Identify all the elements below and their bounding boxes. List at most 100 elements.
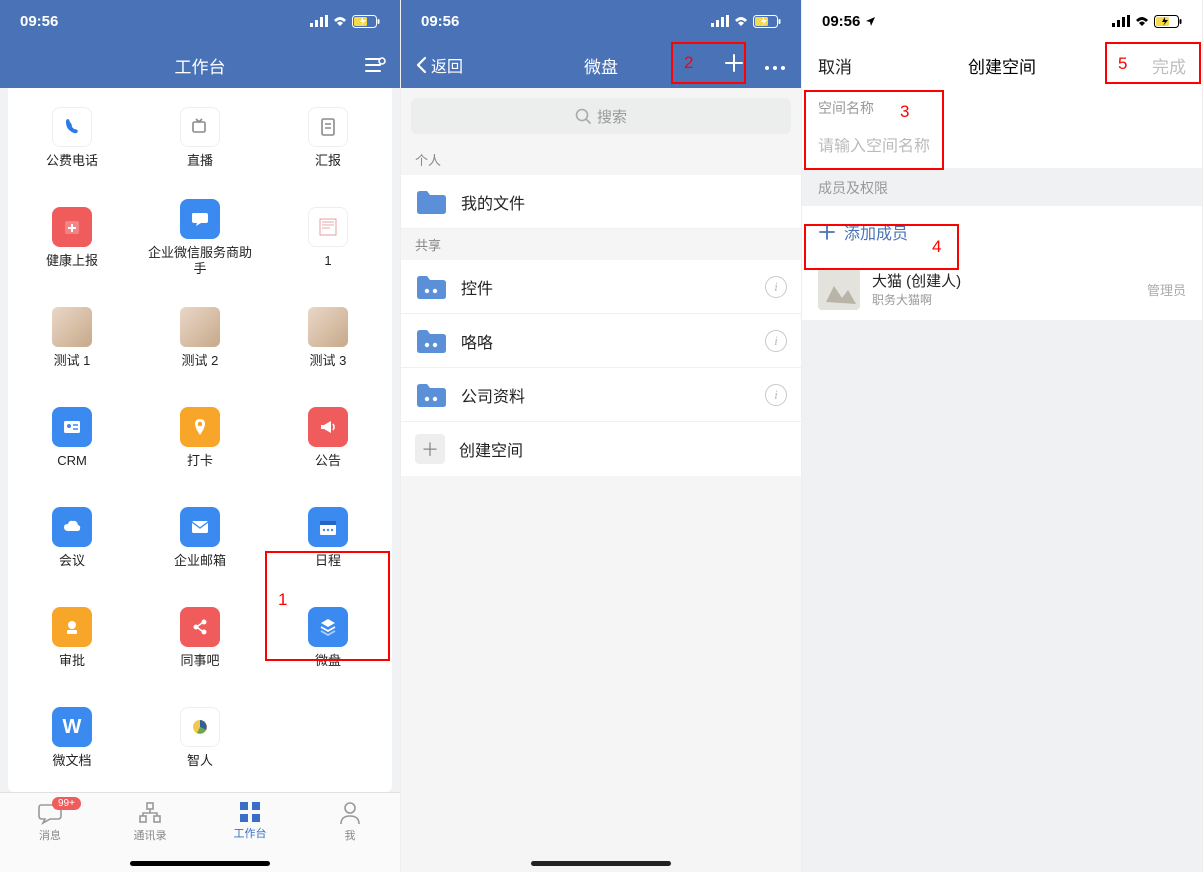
more-button[interactable]: [763, 55, 787, 75]
member-role: 管理员: [1147, 280, 1186, 299]
app-grid: 公费电话 直播汇报健康上报 企业微信服务商助手 1 测试 1测试 2 测试 3 CRM打卡公…: [8, 88, 392, 792]
app-label: 企业邮箱: [174, 553, 226, 569]
tab-me[interactable]: 我: [300, 801, 400, 843]
app-会议[interactable]: 会议: [8, 488, 136, 588]
nav-title: 工作台: [175, 53, 226, 78]
plus-cal-icon: [52, 207, 92, 247]
add-member-button[interactable]: 添加成员: [802, 206, 1202, 258]
tab-messages[interactable]: 99+ 消息: [0, 801, 100, 843]
signal-icon: [1112, 15, 1130, 27]
space-name-row: [802, 126, 1202, 168]
phone-workbench: 09:56 工作台 公费电话 直播汇报健康上报 企业微信服务商助手 1 测试 1测试 2…: [0, 0, 401, 872]
status-right: [711, 15, 781, 28]
app-测试 2[interactable]: 测试 2: [136, 288, 264, 388]
app-label: 公费电话: [46, 153, 98, 169]
app-CRM[interactable]: CRM: [8, 388, 136, 488]
row-shared-folder[interactable]: 公司资料 i: [401, 368, 801, 422]
app-公费电话[interactable]: 公费电话: [8, 88, 136, 188]
app-icon: [180, 307, 220, 347]
nav-bar: 取消 创建空间 完成: [802, 42, 1202, 88]
search-placeholder: 搜索: [597, 106, 627, 127]
tab-contacts[interactable]: 通讯录: [100, 801, 200, 843]
shared-folder-icon: [415, 328, 447, 354]
back-button[interactable]: 返回: [415, 53, 463, 77]
signal-icon: [310, 15, 328, 27]
row-label: 控件: [461, 275, 751, 299]
card-icon: [52, 407, 92, 447]
tab-badge: 99+: [52, 797, 81, 810]
status-time: 09:56: [822, 13, 876, 30]
tab-workbench[interactable]: 工作台: [200, 801, 300, 841]
app-测试 1[interactable]: 测试 1: [8, 288, 136, 388]
battery-icon: [352, 15, 380, 28]
cal-icon: [308, 507, 348, 547]
row-label: 公司资料: [461, 383, 751, 407]
app-微盘[interactable]: 微盘: [264, 588, 392, 688]
app-审批[interactable]: 审批: [8, 588, 136, 688]
done-button[interactable]: 完成: [1152, 53, 1186, 78]
status-bar: 09:56: [802, 0, 1202, 42]
cancel-button[interactable]: 取消: [818, 53, 852, 78]
status-bar: 09:56: [0, 0, 400, 42]
shared-folder-icon: [415, 274, 447, 300]
home-indicator[interactable]: [531, 861, 671, 866]
app-label: 企业微信服务商助手: [145, 245, 255, 276]
app-label: 健康上报: [46, 253, 98, 269]
wifi-icon: [332, 15, 348, 27]
create-space-body: 空间名称 成员及权限 添加成员 大猫 (创建人) 职务大猫啊 管理员: [802, 88, 1202, 872]
app-汇报[interactable]: 汇报: [264, 88, 392, 188]
app-label: 微盘: [315, 653, 341, 669]
app-公告[interactable]: 公告: [264, 388, 392, 488]
info-icon[interactable]: i: [765, 330, 787, 352]
tab-label: 通讯录: [134, 827, 167, 843]
status-time: 09:56: [421, 13, 459, 30]
search-input[interactable]: 搜索: [411, 98, 791, 134]
avatar: [818, 268, 860, 310]
member-row: 大猫 (创建人) 职务大猫啊 管理员: [802, 258, 1202, 320]
app-智人[interactable]: 智人: [136, 688, 264, 788]
app-icon: [308, 307, 348, 347]
add-button[interactable]: [723, 52, 745, 79]
app-1[interactable]: 1: [264, 188, 392, 288]
mail-icon: [180, 507, 220, 547]
folder-icon: [415, 189, 447, 215]
row-create-space[interactable]: ＋ 创建空间: [401, 422, 801, 476]
battery-icon: [753, 15, 781, 28]
status-right: [310, 15, 380, 28]
tab-bar: 99+ 消息 通讯录 工作台 我: [0, 792, 400, 872]
app-直播[interactable]: 直播: [136, 88, 264, 188]
row-shared-folder[interactable]: 咯咯 i: [401, 314, 801, 368]
app-同事吧[interactable]: 同事吧: [136, 588, 264, 688]
wifi-icon: [733, 15, 749, 27]
row-my-files[interactable]: 我的文件: [401, 175, 801, 229]
nav-title: 微盘: [584, 53, 618, 78]
space-name-input[interactable]: [818, 138, 1186, 156]
app-label: 会议: [59, 553, 85, 569]
pie-icon: [180, 707, 220, 747]
app-打卡[interactable]: 打卡: [136, 388, 264, 488]
battery-icon: [1154, 15, 1182, 28]
signal-icon: [711, 15, 729, 27]
app-健康上报[interactable]: 健康上报: [8, 188, 136, 288]
row-label: 创建空间: [459, 437, 787, 461]
shared-folder-icon: [415, 382, 447, 408]
app-label: 测试 3: [310, 353, 347, 369]
stamp-icon: [52, 607, 92, 647]
app-企业邮箱[interactable]: 企业邮箱: [136, 488, 264, 588]
info-icon[interactable]: i: [765, 276, 787, 298]
app-empty: [264, 688, 392, 788]
app-企业微信服务商助手[interactable]: 企业微信服务商助手: [136, 188, 264, 288]
app-测试 3[interactable]: 测试 3: [264, 288, 392, 388]
app-label: 汇报: [315, 153, 341, 169]
app-日程[interactable]: 日程: [264, 488, 392, 588]
row-shared-folder[interactable]: 控件 i: [401, 260, 801, 314]
phone-wedisk: 09:56 返回 微盘 搜索 个人 我的文件 共享: [401, 0, 802, 872]
nav-bar: 返回 微盘: [401, 42, 801, 88]
home-indicator[interactable]: [130, 861, 270, 866]
live-icon: [180, 107, 220, 147]
app-微文档[interactable]: W微文档: [8, 688, 136, 788]
info-icon[interactable]: i: [765, 384, 787, 406]
W-icon: W: [52, 707, 92, 747]
nav-settings-icon[interactable]: [364, 56, 386, 74]
member-name: 大猫 (创建人): [872, 270, 961, 291]
